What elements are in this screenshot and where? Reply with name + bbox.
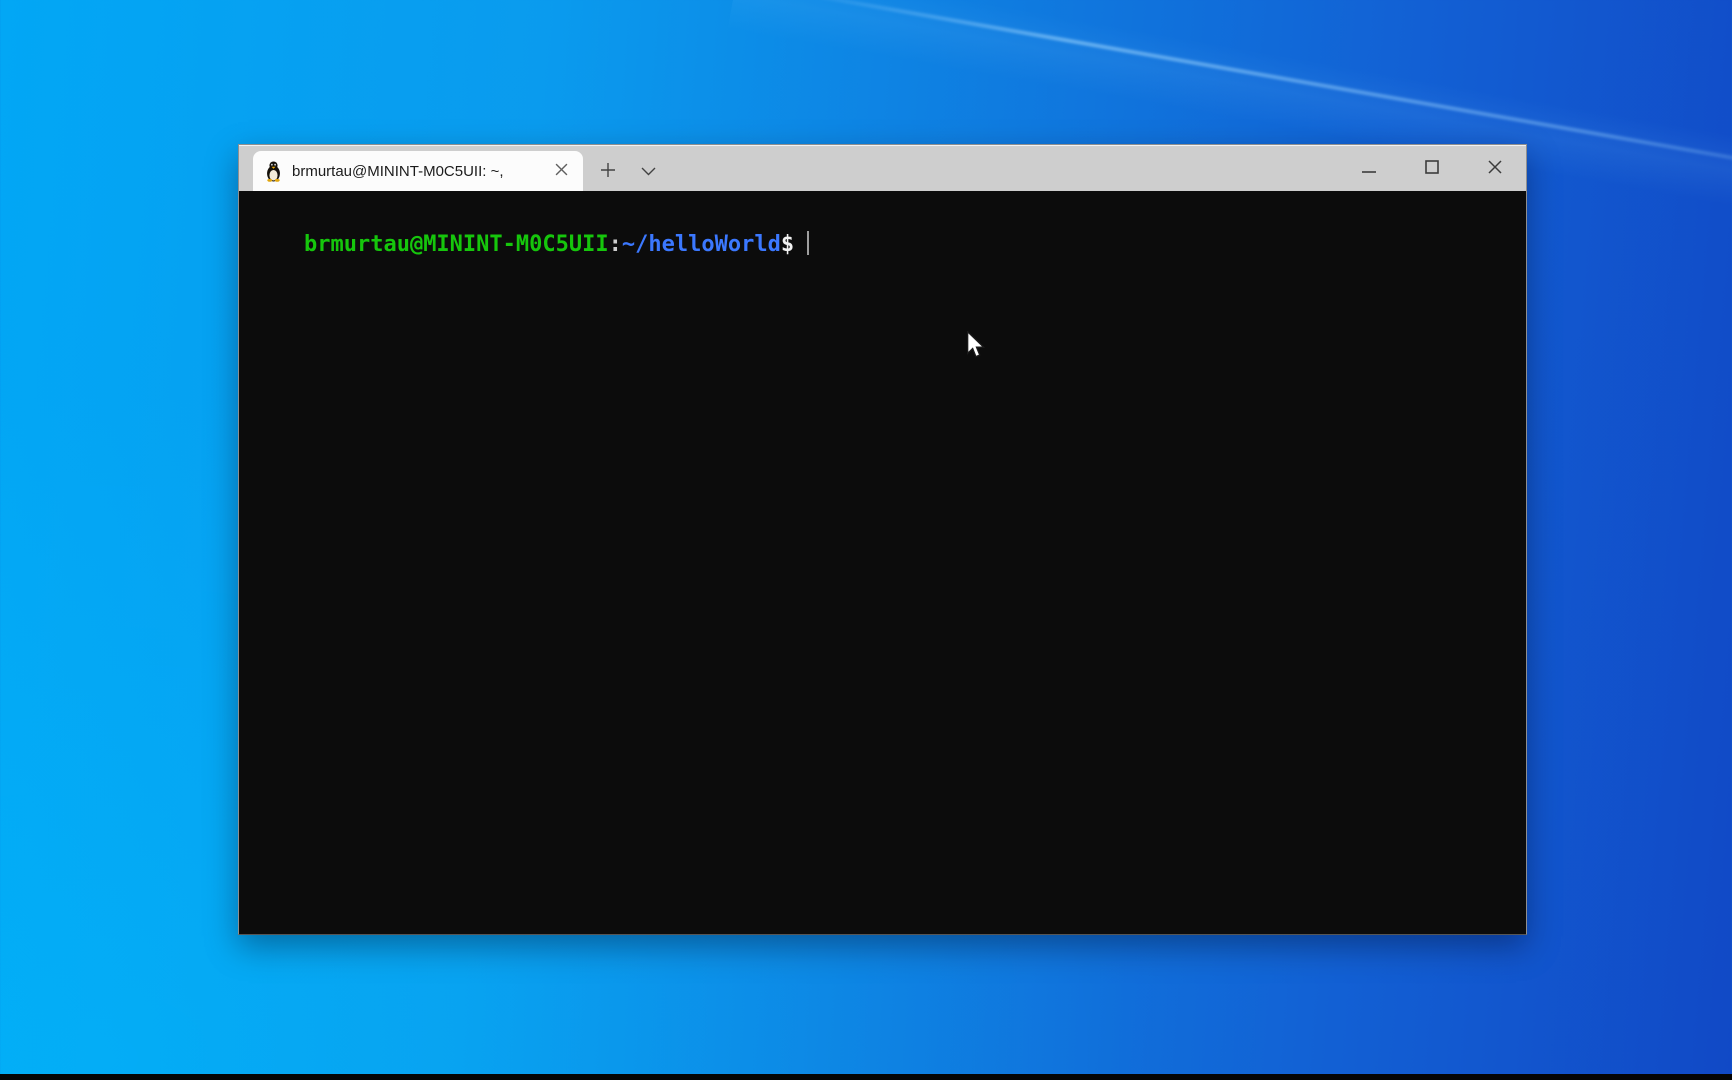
plus-icon bbox=[600, 162, 616, 181]
minimize-icon bbox=[1362, 161, 1376, 176]
tab-title: brmurtau@MININT-M0C5UII: ~, bbox=[292, 163, 547, 180]
tux-icon bbox=[265, 160, 282, 182]
screen-bottom-strip bbox=[0, 1074, 1732, 1080]
caption-buttons bbox=[1329, 146, 1518, 191]
maximize-icon bbox=[1425, 160, 1439, 177]
terminal-caret bbox=[807, 231, 809, 255]
terminal-tab[interactable]: brmurtau@MININT-M0C5UII: ~, bbox=[253, 151, 583, 191]
prompt-path: ~/helloWorld bbox=[622, 232, 781, 257]
chevron-down-icon bbox=[641, 164, 656, 179]
prompt-separator: : bbox=[609, 232, 622, 257]
tab-bar-actions bbox=[591, 151, 671, 191]
desktop: { "desktop": { "wallpaper_colors": { "le… bbox=[0, 0, 1732, 1080]
close-window-button[interactable] bbox=[1472, 146, 1518, 191]
tab-dropdown-button[interactable] bbox=[631, 154, 665, 188]
minimize-button[interactable] bbox=[1346, 146, 1392, 191]
new-tab-button[interactable] bbox=[591, 154, 625, 188]
terminal-output-area[interactable]: brmurtau@MININT-M0C5UII:~/helloWorld$ bbox=[239, 191, 1526, 934]
window-titlebar[interactable]: brmurtau@MININT-M0C5UII: ~, bbox=[239, 145, 1526, 191]
maximize-button[interactable] bbox=[1409, 146, 1455, 191]
prompt-user-host: brmurtau@MININT-M0C5UII bbox=[304, 232, 609, 257]
close-icon bbox=[1488, 160, 1502, 177]
close-icon bbox=[555, 163, 568, 179]
terminal-window: brmurtau@MININT-M0C5UII: ~, bbox=[238, 144, 1527, 935]
prompt-symbol: $ bbox=[781, 232, 794, 257]
prompt-line: brmurtau@MININT-M0C5UII:~/helloWorld$ bbox=[304, 232, 809, 257]
tab-close-button[interactable] bbox=[547, 157, 575, 185]
